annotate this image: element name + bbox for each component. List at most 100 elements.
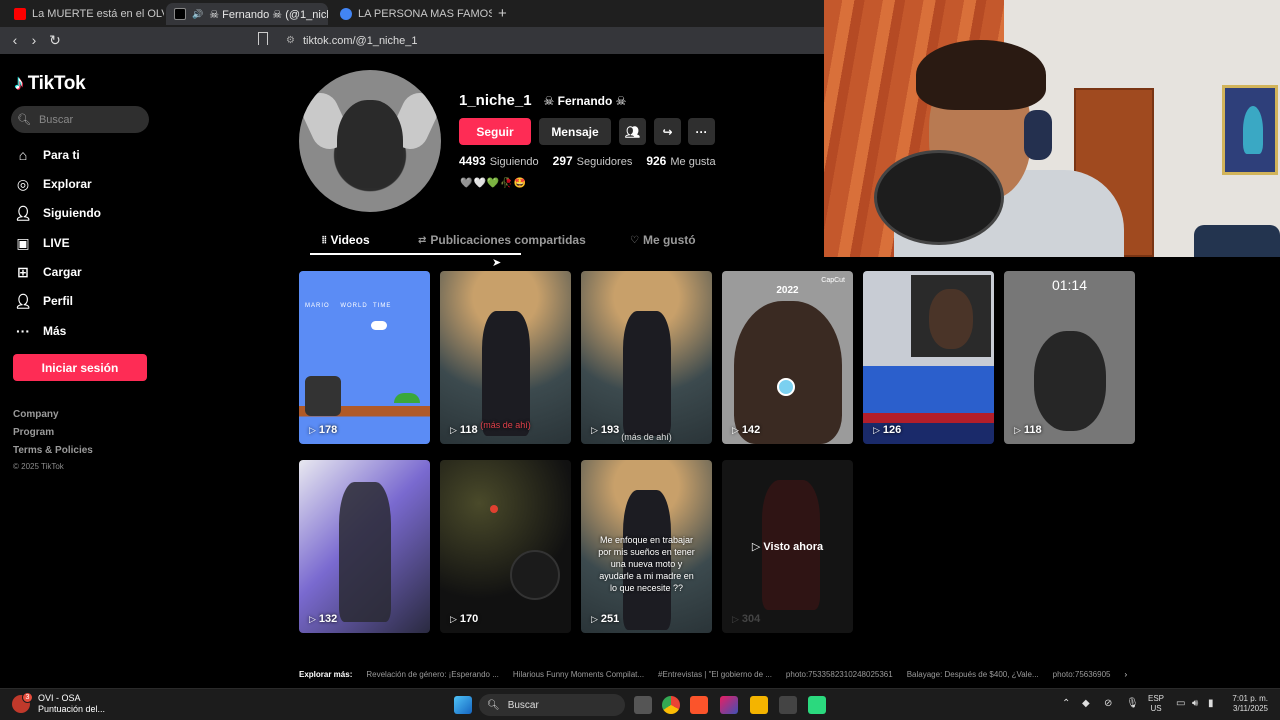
nav-item-perfil[interactable]: 👤︎ Perfil	[14, 292, 73, 309]
address-bar[interactable]: ⚙ tiktok.com/@1_niche_1	[280, 30, 840, 51]
view-count: ▷ 132	[309, 613, 337, 625]
brave-icon[interactable]	[690, 696, 708, 714]
view-count: ▷ 193	[591, 424, 619, 436]
explore-link[interactable]: photo:75636905	[1053, 670, 1111, 682]
explore-link[interactable]: Hilarious Funny Moments Compilat...	[513, 670, 644, 682]
view-count-value: 251	[600, 613, 620, 625]
speaker-icon: 🔊	[192, 8, 204, 19]
chrome-icon[interactable]	[662, 696, 680, 714]
back-icon[interactable]: ‹	[6, 31, 24, 49]
message-button[interactable]: Mensaje	[539, 118, 611, 145]
tab-liked[interactable]: ♡ Me gustó	[630, 233, 696, 247]
windows-start-icon[interactable]	[454, 696, 472, 714]
copilot-icon[interactable]	[720, 696, 738, 714]
likes-count: 926	[646, 154, 667, 168]
browser-tab-2[interactable]: 🔊 ☠ Fernando ☠ (@1_niche_ ✕	[166, 3, 328, 25]
footer-company-link[interactable]: Company	[13, 409, 59, 420]
game-sprite	[305, 376, 341, 416]
footer-terms-link[interactable]: Terms & Policies	[13, 445, 93, 456]
clock[interactable]: 7:01 p. m. 3/11/2025	[1226, 694, 1268, 714]
forward-icon[interactable]: ›	[25, 31, 43, 49]
taskbar-search-label: Buscar	[507, 699, 539, 711]
footer-program-link[interactable]: Program	[13, 427, 54, 438]
video-card[interactable]: (más de ahí) ▷ 193	[581, 271, 712, 444]
app-icon[interactable]	[808, 696, 826, 714]
video-card[interactable]: (más de ahí) ▷ 118	[440, 271, 571, 444]
view-count: ▷ 142	[732, 424, 760, 436]
capcut-watermark: CapCut	[821, 277, 845, 284]
ovi-app-icon: 3	[12, 692, 33, 713]
nav-item-live[interactable]: ▣ LIVE	[15, 235, 69, 251]
search-icon: 🔍︎	[487, 699, 500, 711]
explore-link[interactable]: Balayage: Después de $400, ¿Vale...	[907, 670, 1039, 682]
video-caption: Me enfoque en trabajar por mis sueños en…	[598, 535, 695, 593]
chevron-right-icon[interactable]: ›	[1124, 670, 1127, 682]
site-settings-icon[interactable]: ⚙	[286, 35, 295, 46]
tab-videos[interactable]: ⦙⦙ Videos	[322, 233, 370, 247]
active-tab-underline	[310, 253, 521, 255]
display-icon[interactable]: ▭	[1176, 698, 1185, 709]
video-card[interactable]: CapCut 2022 ▷ 142	[722, 271, 853, 444]
video-face	[734, 301, 842, 444]
battery-icon[interactable]: ▮	[1208, 698, 1214, 709]
play-icon: ▷	[591, 424, 598, 435]
following-stat[interactable]: 4493 Siguiendo	[459, 154, 539, 168]
video-card[interactable]: Me enfoque en trabajar por mis sueños en…	[581, 460, 712, 633]
tiktok-logo[interactable]: ♪ TikTok	[14, 72, 86, 95]
google-icon	[340, 8, 352, 20]
tab-label: Publicaciones compartidas	[430, 233, 586, 247]
tray-app-icon[interactable]: ◆	[1082, 698, 1090, 709]
more-options-button[interactable]: ···	[688, 118, 715, 145]
nav-item-mas[interactable]: ··· Más	[15, 323, 66, 339]
share-button[interactable]: ↪	[654, 118, 681, 145]
login-button[interactable]: Iniciar sesión	[13, 354, 147, 381]
microphone-icon[interactable]: 🎙︎	[1126, 698, 1139, 709]
moto-helmet	[510, 550, 560, 600]
browser-tab-1[interactable]: La MUERTE está en el OLVIDO | COC	[6, 3, 164, 25]
lang-region: US	[1150, 704, 1162, 713]
nav-item-siguiendo[interactable]: 👤︎ Siguiendo	[14, 205, 101, 221]
logo-text: TikTok	[27, 72, 86, 94]
pop-filter	[874, 150, 1004, 245]
nav-item-explorar[interactable]: ◎ Explorar	[15, 176, 92, 192]
explore-more-bar: Explorar más: Revelación de género: ¡Esp…	[299, 670, 1127, 682]
chevron-up-icon[interactable]: ⌃	[1062, 698, 1070, 709]
video-card[interactable]: 01:14 ▷ 118	[1004, 271, 1135, 444]
reload-icon[interactable]: ↻	[46, 31, 64, 49]
bookmark-icon[interactable]	[258, 32, 268, 45]
nav-label: Para ti	[43, 148, 80, 162]
browser-tab-3[interactable]: LA PERSONA MAS FAMOSA DEL MU	[332, 3, 492, 25]
video-card[interactable]: ▷ Visto ahora ▷ 304	[722, 460, 853, 633]
play-icon: ▷	[309, 613, 316, 624]
explore-link[interactable]: Revelación de género: ¡Esperando ...	[366, 670, 499, 682]
video-card[interactable]: MARIO WORLD TIME ▷ 178	[299, 271, 430, 444]
video-card[interactable]: ▷ 126	[863, 271, 994, 444]
taskbar-search[interactable]: 🔍︎ Buscar	[479, 694, 625, 716]
new-tab-icon[interactable]: +	[498, 5, 507, 22]
explore-link[interactable]: #Entrevistas | "El gobierno de ...	[658, 670, 772, 682]
language-indicator[interactable]: ESP US	[1148, 694, 1164, 714]
followers-stat[interactable]: 297 Seguidores	[553, 154, 633, 168]
search-icon: 🔍︎	[17, 114, 31, 126]
search-input[interactable]: 🔍︎ Buscar	[11, 106, 149, 133]
file-explorer-icon[interactable]	[750, 696, 768, 714]
explore-link[interactable]: photo:7533582310248025361	[786, 670, 893, 682]
news-inset-face	[929, 289, 973, 349]
volume-icon[interactable]: 🔊︎	[1192, 698, 1198, 709]
nav-item-para-ti[interactable]: ⌂ Para ti	[15, 147, 80, 163]
suggest-account-button[interactable]: 👥︎	[619, 118, 646, 145]
network-off-icon[interactable]: ⊘	[1104, 698, 1112, 709]
tab-reposts[interactable]: ⇄ Publicaciones compartidas	[418, 233, 586, 247]
video-card[interactable]: ▷ 132	[299, 460, 430, 633]
video-card[interactable]: ▷ 170	[440, 460, 571, 633]
profile-username-row: 1_niche_1 ☠ Fernando ☠	[459, 92, 626, 109]
taskbar-notification[interactable]: 3 OVI - OSA Puntuación del...	[12, 692, 105, 715]
view-count: ▷ 178	[309, 424, 337, 436]
profile-icon: 👤︎	[14, 292, 32, 309]
follow-button[interactable]: Seguir	[459, 118, 531, 145]
nav-item-cargar[interactable]: ⊞ Cargar	[15, 264, 82, 280]
share-icon: ↪	[662, 124, 673, 139]
followers-count: 297	[552, 154, 573, 168]
store-icon[interactable]	[779, 696, 797, 714]
task-view-icon[interactable]	[634, 696, 652, 714]
